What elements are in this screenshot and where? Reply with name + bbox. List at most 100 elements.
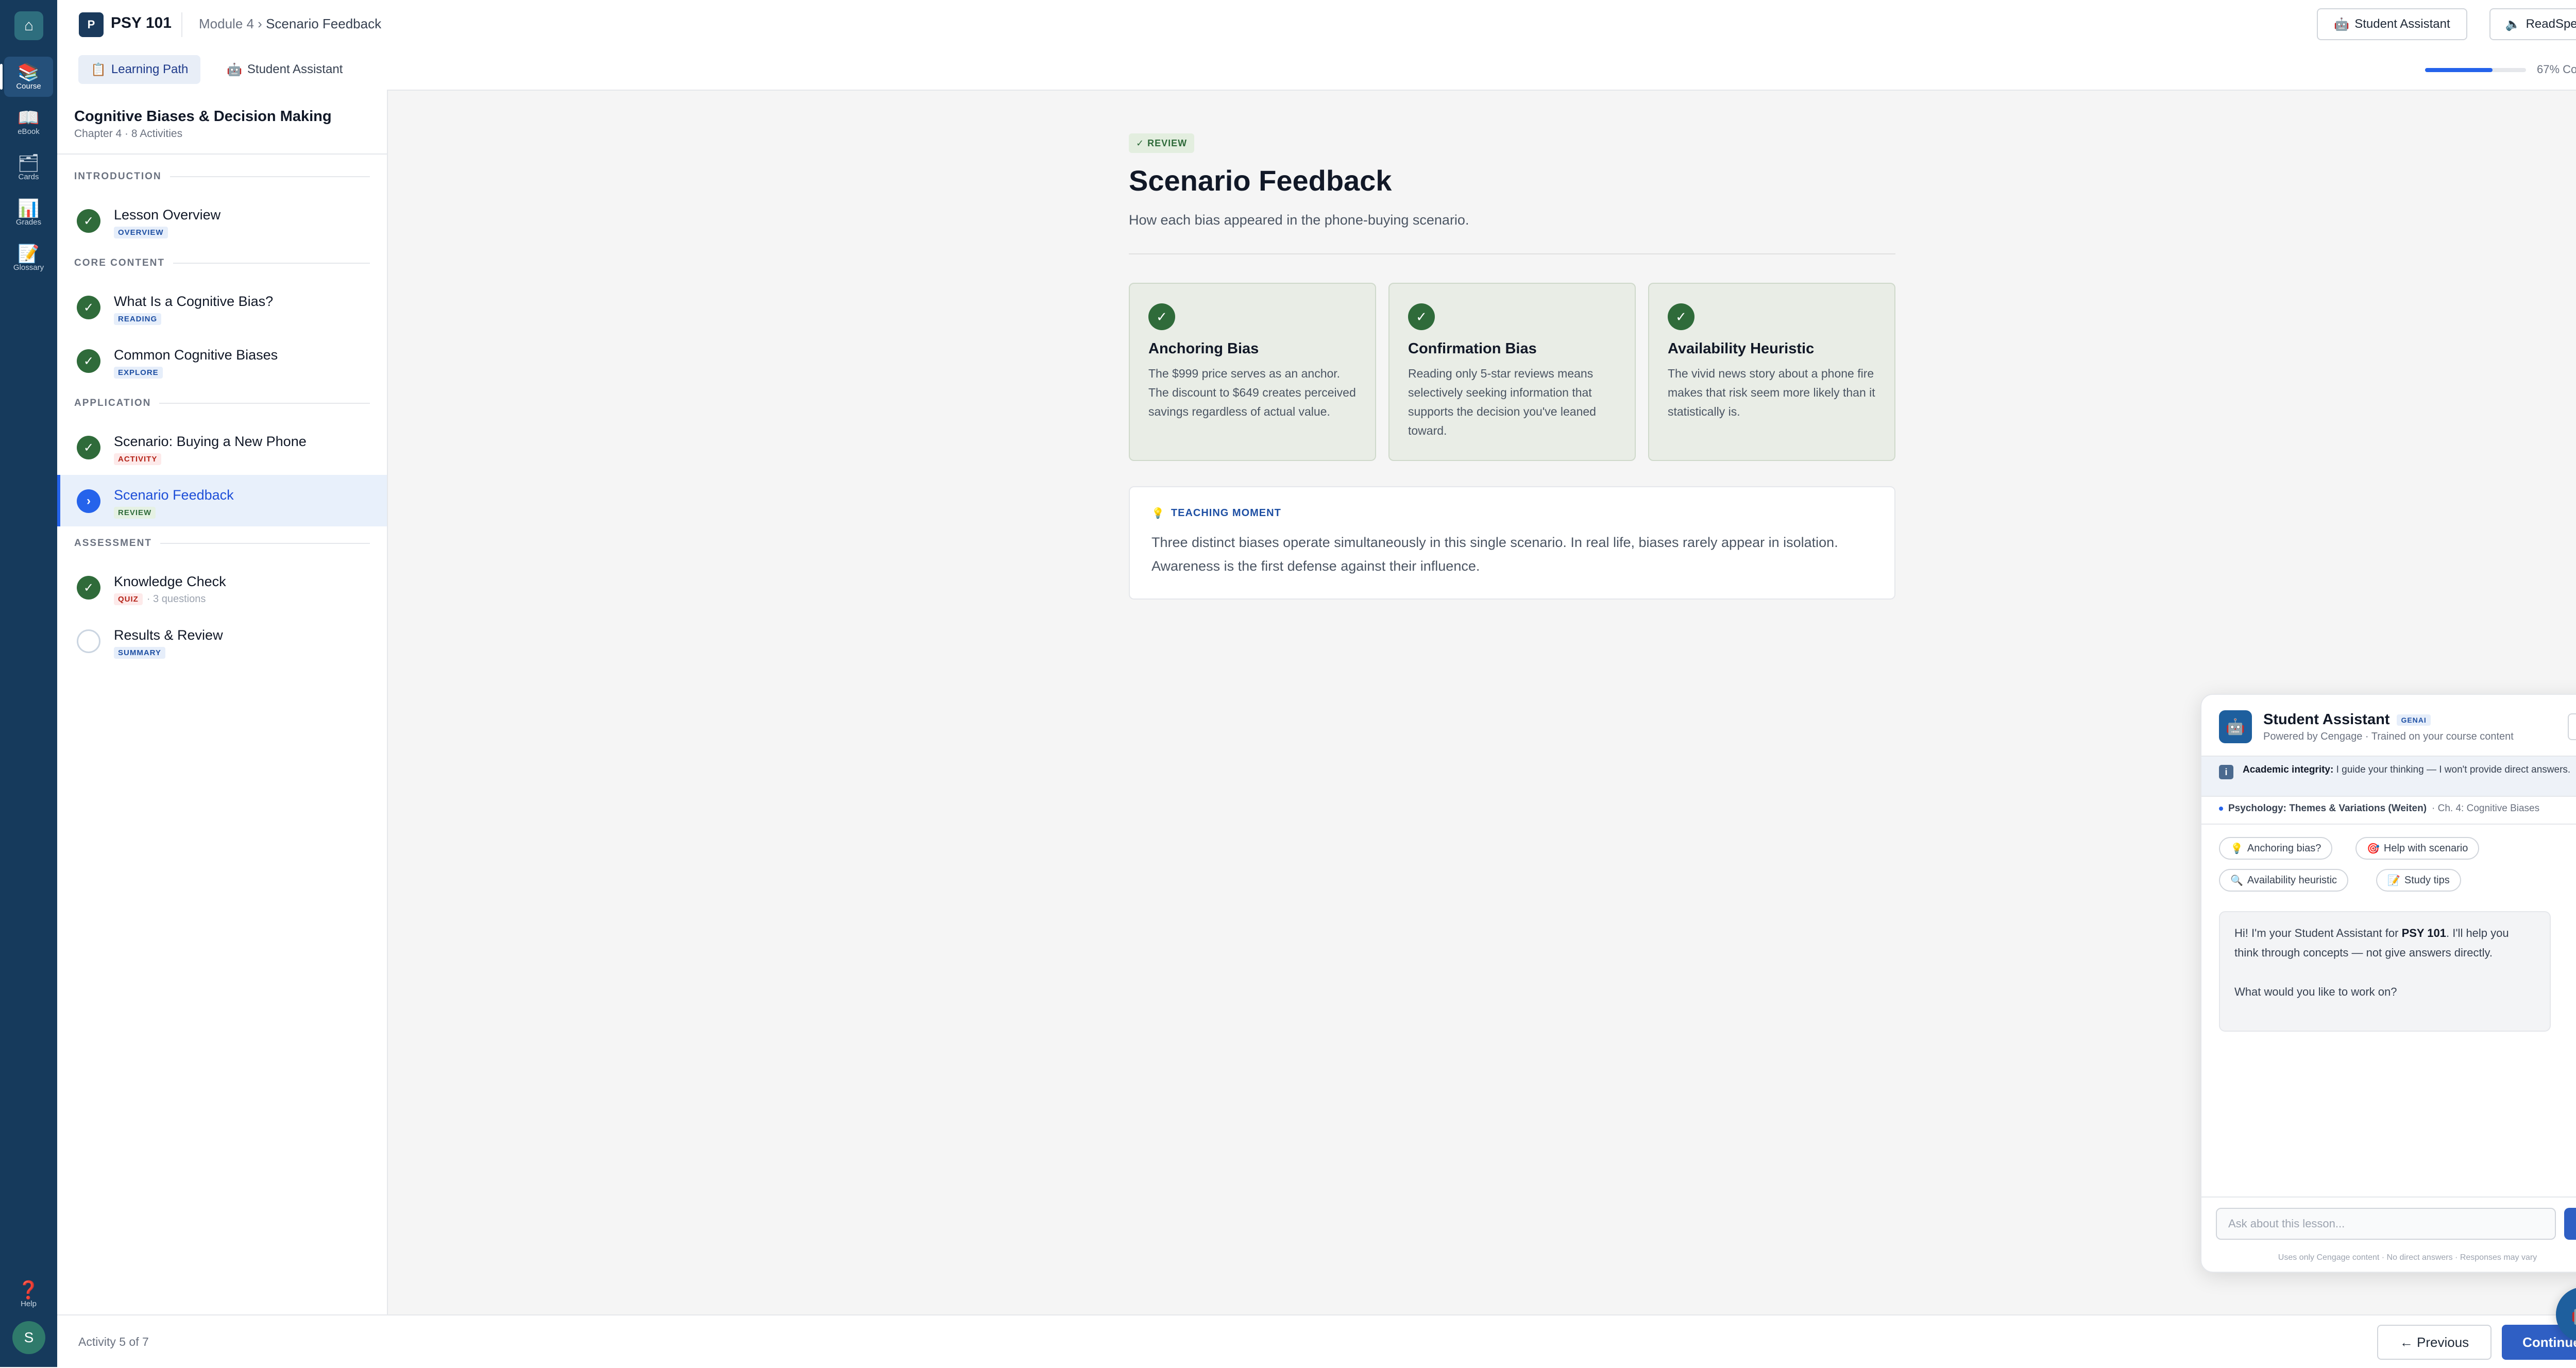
activity-meta: QUIZ · 3 questions	[114, 593, 206, 605]
tab-learning-path[interactable]: 📋 Learning Path	[78, 55, 201, 84]
readspeaker-button-label: ReadSpeaker	[2526, 17, 2576, 31]
top-bar: P PSY 101 Module 4 › Scenario Feedback 🤖…	[57, 0, 2576, 50]
chevron-right-icon: ›	[77, 489, 100, 513]
card-body: Reading only 5-star reviews means select…	[1408, 367, 1596, 437]
activity-title: Lesson Overview	[114, 207, 221, 223]
left-rail: ⌂ 📚 Course 📖 eBook 🗂 Cards 📊 Grades 📝 Gl…	[0, 0, 57, 1367]
memo-icon: 📝	[2387, 875, 2400, 886]
integrity-label: Academic integrity:	[2243, 764, 2334, 775]
source-dot-icon	[2219, 807, 2223, 811]
activity-knowledge-check[interactable]: ✓ Knowledge Check QUIZ · 3 questions	[57, 561, 387, 613]
readspeaker-button[interactable]: 🔈 ReadSpeaker	[2489, 8, 2576, 40]
activity-meta: REVIEW	[114, 507, 156, 519]
chip-availability-heuristic[interactable]: 🔍 Availability heuristic	[2219, 869, 2349, 892]
target-icon: 🎯	[2367, 843, 2380, 854]
activity-title: Results & Review	[114, 627, 223, 643]
activity-scenario-feedback[interactable]: › Scenario Feedback REVIEW	[57, 475, 387, 526]
course-code[interactable]: PSY 101	[111, 14, 172, 32]
divider	[1129, 253, 1895, 254]
chip-label: Study tips	[2404, 874, 2450, 886]
teaching-moment-header: 💡 TEACHING MOMENT	[1151, 507, 1281, 520]
activity-what-is-cognitive-bias[interactable]: ✓ What Is a Cognitive Bias? READING	[57, 281, 387, 333]
activity-tag: READING	[114, 313, 162, 325]
activity-lesson-overview[interactable]: ✓ Lesson Overview OVERVIEW	[57, 195, 387, 246]
breadcrumb-module[interactable]: Module 4 ›	[199, 16, 262, 31]
integrity-text: Academic integrity: I guide your thinkin…	[2243, 763, 2576, 777]
card-title: Anchoring Bias	[1148, 340, 1259, 357]
chip-help-with-scenario[interactable]: 🎯 Help with scenario	[2355, 837, 2480, 860]
chat-input[interactable]	[2216, 1208, 2556, 1240]
rail-item-course[interactable]: 📚 Course	[0, 57, 53, 97]
rail-item-label: Glossary	[13, 263, 44, 272]
student-assistant-button[interactable]: 🤖 Student Assistant	[2317, 8, 2467, 40]
tab-student-assistant[interactable]: 🤖 Student Assistant	[214, 55, 355, 84]
page-subtitle: How each bias appeared in the phone-buyi…	[1129, 212, 1469, 228]
chat-title: Student Assistant	[2263, 711, 2390, 728]
activity-tag: QUIZ	[114, 593, 143, 605]
chip-anchoring-bias[interactable]: 💡 Anchoring bias?	[2219, 837, 2333, 860]
close-button[interactable]: ×	[2568, 713, 2576, 740]
question-icon: ❓	[18, 1280, 40, 1300]
rail-item-grades[interactable]: 📊 Grades	[4, 193, 53, 233]
activity-title: What Is a Cognitive Bias?	[114, 294, 274, 309]
check-icon: ✓	[77, 576, 100, 600]
teaching-moment-label: TEACHING MOMENT	[1171, 507, 1281, 519]
book-icon: 📖	[18, 108, 40, 128]
divider	[2201, 824, 2576, 825]
activity-common-cognitive-biases[interactable]: ✓ Common Cognitive Biases EXPLORE	[57, 335, 387, 386]
breadcrumb-current: Scenario Feedback	[266, 16, 382, 31]
check-icon: ✓	[1668, 303, 1694, 330]
genai-badge: GENAI	[2397, 714, 2431, 726]
books-icon: 📚	[18, 62, 40, 82]
info-icon: i	[2219, 765, 2233, 779]
app-root: ⌂ 📚 Course 📖 eBook 🗂 Cards 📊 Grades 📝 Gl…	[0, 0, 2576, 1368]
rail-item-help[interactable]: ❓ Help	[4, 1274, 53, 1314]
user-avatar[interactable]: S	[12, 1321, 45, 1354]
activity-results-review[interactable]: Results & Review SUMMARY	[57, 615, 387, 666]
chip-study-tips[interactable]: 📝 Study tips	[2376, 869, 2461, 892]
activity-scenario-buying-phone[interactable]: ✓ Scenario: Buying a New Phone ACTIVITY	[57, 421, 387, 473]
chip-label: Anchoring bias?	[2247, 842, 2321, 854]
rail-item-glossary[interactable]: 📝 Glossary	[4, 238, 53, 278]
send-button[interactable]: ↑	[2564, 1208, 2576, 1240]
source-chapter: · Ch. 4: Cognitive Biases	[2432, 803, 2540, 814]
previous-button[interactable]: ← Previous	[2377, 1325, 2492, 1360]
check-icon: ✓	[77, 349, 100, 373]
section-label-core-content: CORE CONTENT	[74, 258, 370, 269]
chapter-title: Cognitive Biases & Decision Making	[74, 108, 332, 125]
card-body: The vivid news story about a phone fire …	[1668, 367, 1875, 418]
bias-card-availability: ✓ Availability Heuristic The vivid news …	[1648, 283, 1895, 461]
section-label-assessment: ASSESSMENT	[74, 538, 370, 549]
activity-meta: EXPLORE	[114, 367, 163, 379]
lightbulb-icon: 💡	[1151, 508, 1165, 519]
activity-question-count: · 3 questions	[146, 593, 206, 605]
empty-circle-icon	[77, 629, 100, 653]
chat-subtitle: Powered by Cengage · Trained on your cou…	[2263, 731, 2514, 742]
chat-title-row: Student Assistant GENAI	[2263, 711, 2431, 728]
activity-title: Scenario Feedback	[114, 487, 234, 503]
activity-meta: ACTIVITY	[114, 453, 162, 465]
greeting-question: What would you like to work on?	[2234, 985, 2397, 998]
chip-label: Help with scenario	[2383, 842, 2468, 854]
rail-item-cards[interactable]: 🗂 Cards	[4, 147, 53, 187]
activity-tag: SUMMARY	[114, 647, 165, 659]
rail-item-label: Course	[16, 81, 41, 91]
integrity-message: I guide your thinking — I won't provide …	[2333, 764, 2571, 775]
assistant-message: Hi! I'm your Student Assistant for PSY 1…	[2219, 911, 2551, 1032]
activity-tag: OVERVIEW	[114, 227, 168, 238]
activity-title: Scenario: Buying a New Phone	[114, 434, 307, 449]
divider	[2201, 1196, 2576, 1198]
rail-item-label: eBook	[18, 127, 40, 136]
student-assistant-button-label: Student Assistant	[2354, 17, 2450, 31]
rail-item-label: Cards	[18, 172, 39, 181]
breadcrumb: Module 4 › Scenario Feedback	[199, 16, 381, 32]
tab-label: Student Assistant	[247, 62, 343, 76]
bias-card-anchoring: ✓ Anchoring Bias The $999 price serves a…	[1129, 283, 1376, 461]
check-icon: ✓	[77, 209, 100, 233]
review-badge-label: REVIEW	[1147, 138, 1188, 148]
activity-meta: OVERVIEW	[114, 227, 168, 238]
activity-title: Knowledge Check	[114, 574, 226, 589]
rail-item-ebook[interactable]: 📖 eBook	[4, 102, 53, 142]
app-logo-icon[interactable]: ⌂	[14, 11, 43, 40]
chapter-subtitle: Chapter 4 · 8 Activities	[74, 128, 183, 140]
